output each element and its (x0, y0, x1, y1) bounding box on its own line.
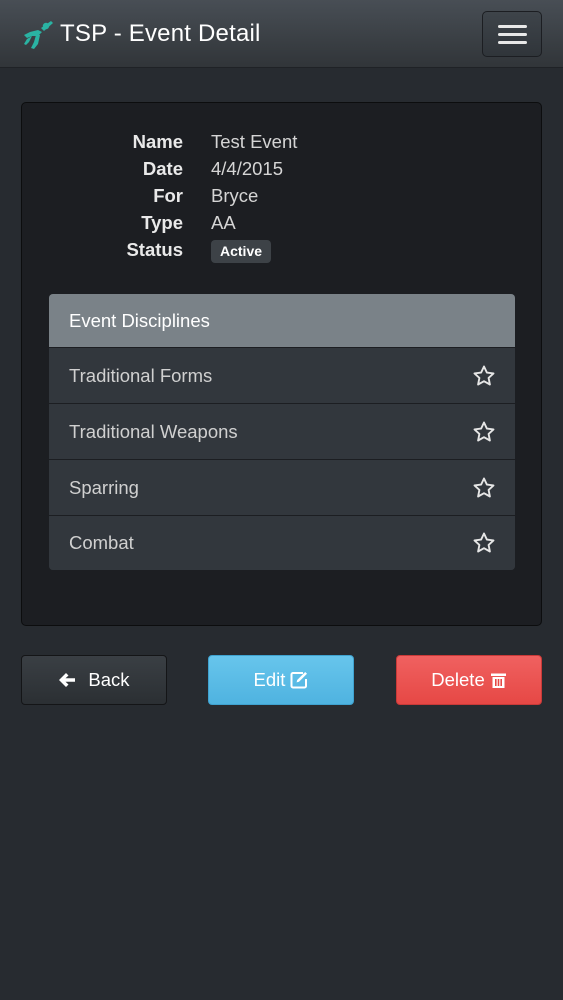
back-button-label: Back (88, 669, 130, 690)
martial-arts-kick-icon (24, 20, 53, 49)
detail-label: Date (142, 158, 183, 179)
discipline-label: Combat (69, 532, 134, 553)
star-icon[interactable] (472, 531, 496, 555)
star-icon[interactable] (472, 476, 496, 500)
star-icon[interactable] (472, 420, 496, 444)
brand[interactable]: TSP - Event Detail (20, 17, 261, 51)
trash-icon (490, 673, 506, 688)
disciplines-list: Event Disciplines Traditional Forms Trad… (49, 294, 515, 570)
detail-label: Type (141, 212, 183, 233)
navbar: TSP - Event Detail (0, 0, 563, 68)
detail-row-status: Status Active (22, 239, 541, 266)
arrow-left-icon (59, 673, 76, 687)
disciplines-header: Event Disciplines (49, 294, 515, 348)
hamburger-icon (497, 32, 527, 36)
edit-button-label: Edit (253, 669, 286, 690)
detail-value: Active (211, 239, 272, 263)
discipline-label: Traditional Forms (69, 364, 213, 386)
discipline-label: Traditional Weapons (69, 420, 238, 442)
detail-value: 4/4/2015 (211, 158, 284, 179)
back-button[interactable]: Back (21, 655, 167, 705)
detail-value: Bryce (211, 185, 259, 206)
discipline-label: Sparring (69, 476, 139, 498)
detail-row-type: Type AA (22, 212, 541, 239)
event-details: Name Test Event Date 4/4/2015 For Bryce … (22, 131, 541, 266)
edit-button[interactable]: Edit (208, 655, 354, 705)
event-detail-panel: Name Test Event Date 4/4/2015 For Bryce … (21, 102, 542, 626)
delete-button[interactable]: Delete (396, 655, 542, 705)
list-item[interactable]: Sparring (49, 460, 515, 516)
list-item[interactable]: Traditional Forms (49, 348, 515, 404)
detail-label: Status (126, 239, 183, 260)
star-icon[interactable] (472, 364, 496, 388)
list-item[interactable]: Traditional Weapons (49, 404, 515, 460)
detail-value: AA (211, 212, 236, 233)
detail-label: For (153, 185, 183, 206)
status-badge: Active (211, 240, 272, 263)
detail-value: Test Event (211, 131, 298, 152)
hamburger-icon (497, 24, 527, 28)
detail-label: Name (132, 131, 183, 152)
edit-icon (290, 672, 308, 689)
page-title: TSP - Event Detail (60, 19, 261, 47)
detail-row-for: For Bryce (22, 185, 541, 212)
list-item[interactable]: Combat (49, 516, 515, 570)
menu-toggle-button[interactable] (482, 11, 542, 57)
detail-row-name: Name Test Event (22, 131, 541, 158)
delete-button-label: Delete (431, 669, 485, 690)
detail-row-date: Date 4/4/2015 (22, 158, 541, 185)
hamburger-icon (497, 40, 527, 44)
